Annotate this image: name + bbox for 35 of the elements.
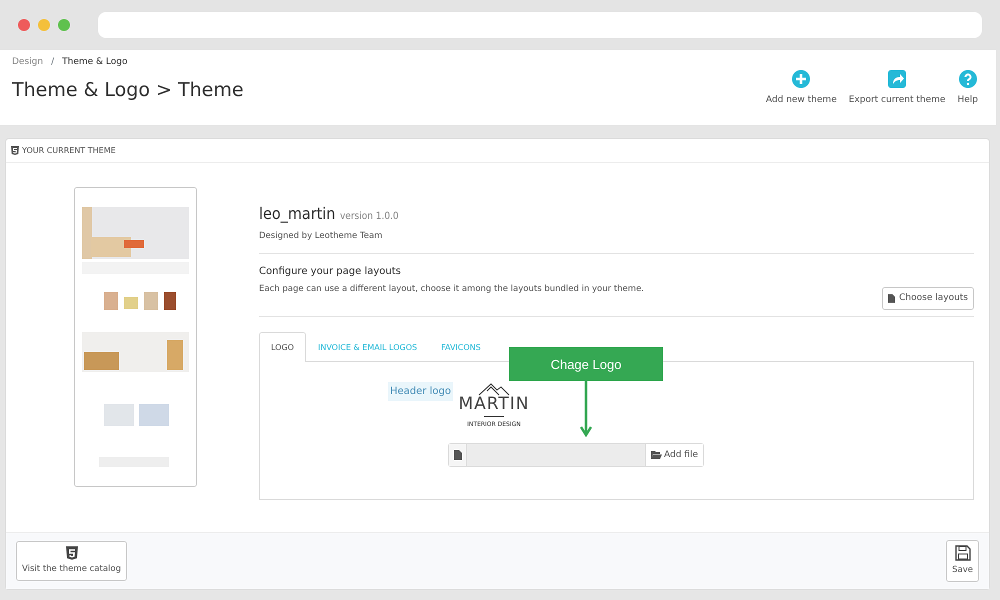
help-icon [958,70,977,88]
save-icon [954,545,971,562]
theme-catalog-button[interactable]: Visit the theme catalog [16,541,128,581]
save-button[interactable]: Save [946,540,979,582]
toolbar-button[interactable]: Export current theme [842,70,952,119]
callout-arrow [580,381,592,438]
theme-version: version 1.0.0 [340,211,399,222]
folder-icon [651,451,662,460]
add-file-button[interactable]: Add file [645,444,703,466]
file-input[interactable]: Add file [448,443,704,468]
theme-author: Designed by Leotheme Team [259,230,384,243]
panel-heading: YOUR CURRENT THEME [22,144,116,156]
field-label: Header logo [388,382,453,402]
tab[interactable]: LOGO [259,332,306,362]
html5-icon [11,146,19,155]
file-icon [454,450,462,460]
toolbar-button[interactable]: Help [951,70,984,119]
breadcrumb-link[interactable]: Design [12,57,44,67]
minimize-dot[interactable] [38,19,50,31]
close-dot[interactable] [18,19,30,31]
section-description: Each page can use a different layout, choose it among the layouts bundled in your theme. [259,282,644,296]
breadcrumb-link[interactable]: Theme & Logo [62,57,128,67]
add-icon [792,70,810,88]
choose-layouts-button[interactable]: Choose layouts [882,286,974,310]
toolbar-button[interactable]: Add new theme [760,70,843,119]
html5-icon [66,546,78,560]
file-icon [888,294,896,303]
section-title: Configure your page layouts [259,264,402,279]
page-title: Theme & Logo > Theme [12,78,244,102]
maximize-dot[interactable] [58,19,70,31]
breadcrumb-separator: / [51,57,54,67]
share-icon [888,70,906,88]
theme-name: leo_martin [259,204,336,223]
address-bar[interactable] [98,12,982,38]
callout-label: Chage Logo [509,347,663,382]
